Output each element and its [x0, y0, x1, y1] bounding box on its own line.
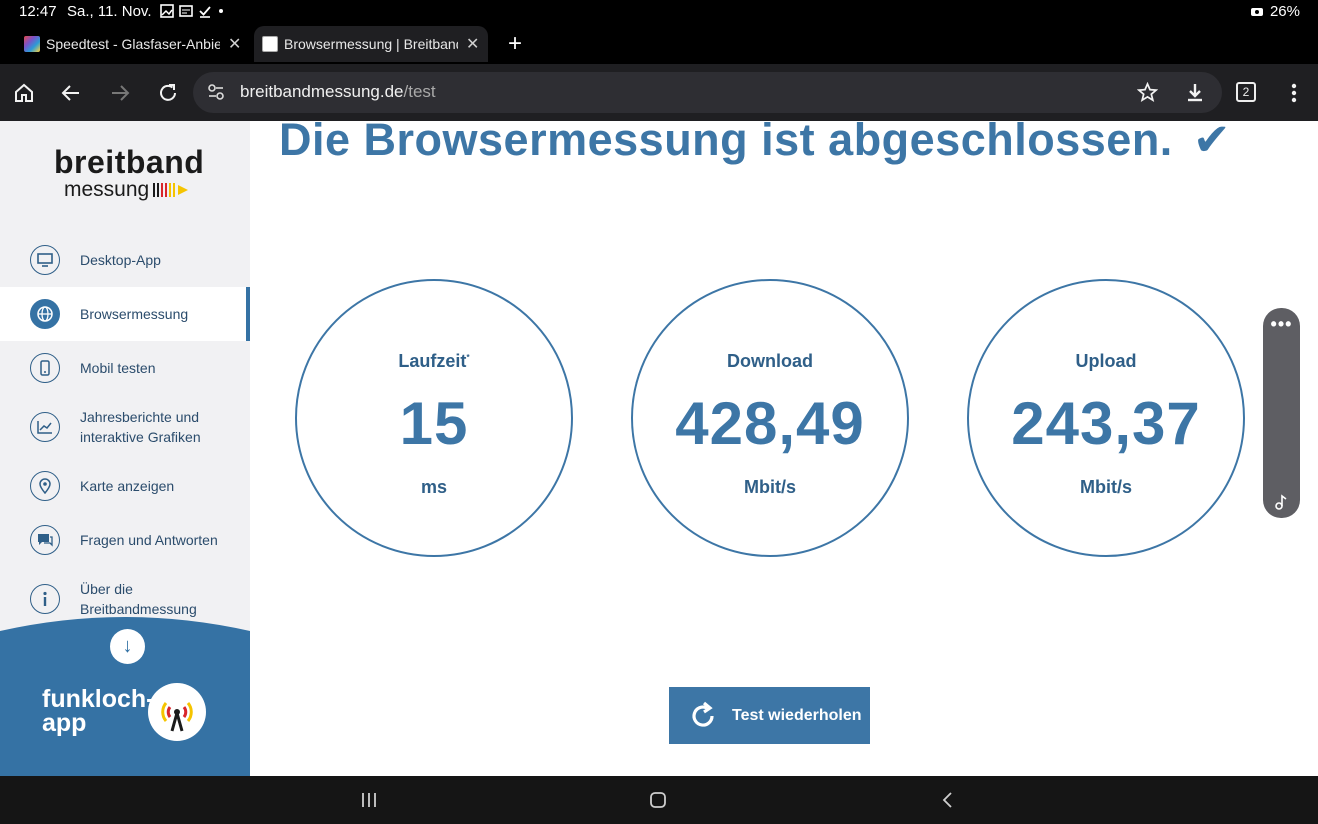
checkmark-icon: ✔ — [1192, 121, 1232, 165]
sidebar-item-label: Mobil testen — [80, 360, 156, 376]
globe-icon — [30, 299, 60, 329]
sidebar-item-faq[interactable]: Fragen und Antworten — [0, 513, 250, 567]
back-nav-icon[interactable] — [936, 788, 960, 812]
logo-line2: messung — [64, 178, 150, 201]
bookmark-star-icon[interactable] — [1137, 82, 1158, 103]
refresh-icon — [692, 701, 714, 727]
url-text: breitbandmessung.de/test — [240, 82, 436, 102]
result-unit: ms — [420, 477, 447, 497]
sidebar-item-karte[interactable]: Karte anzeigen — [0, 459, 250, 513]
tab-switcher-button[interactable]: 2 — [1236, 82, 1256, 102]
dot-icon — [219, 9, 223, 13]
close-tab-icon[interactable]: ✕ — [228, 34, 241, 54]
tab-browsermessung[interactable]: Browsermessung | Breitbandmessung ✕ — [254, 26, 488, 62]
funkloch-line1: funkloch- — [42, 685, 155, 713]
home-nav-icon[interactable] — [646, 788, 670, 812]
status-time: 12:47 — [19, 3, 57, 20]
music-note-icon — [1275, 494, 1287, 510]
tab-strip: Speedtest - Glasfaser-Anbieter ✕ Browser… — [0, 24, 1318, 64]
back-icon[interactable] — [58, 80, 84, 106]
funkloch-line2: app — [42, 709, 87, 737]
breitband-favicon — [262, 36, 278, 52]
url-path: /test — [403, 82, 436, 101]
web-page: breitband messung Desktop-App Browsermes… — [0, 121, 1318, 776]
scroll-down-icon[interactable]: ↓ — [110, 629, 145, 664]
url-domain: breitbandmessung.de — [240, 82, 404, 101]
more-dots-icon[interactable]: ••• — [1263, 314, 1300, 335]
funkloch-title: funkloch- app — [42, 685, 155, 737]
result-unit: Mbit/s — [744, 477, 796, 497]
result-label: Upload — [1075, 351, 1137, 371]
menu-icon[interactable] — [1281, 80, 1307, 106]
battery-level: 26% — [1269, 3, 1300, 20]
footnote-marker: * — [466, 353, 470, 362]
logo-bars-icon — [153, 183, 189, 197]
sidebar-item-jahresberichte[interactable]: Jahresberichte und interaktive Grafiken — [0, 395, 250, 459]
result-value: 243,37 — [1011, 390, 1201, 457]
recent-apps-icon[interactable] — [357, 788, 381, 812]
repeat-test-label: Test wiederholen — [732, 706, 862, 724]
battery-indicator: 26% — [1250, 3, 1300, 20]
monitor-icon — [30, 245, 60, 275]
result-label: Laufzeit* — [297, 351, 571, 372]
chat-icon — [30, 525, 60, 555]
download-done-icon — [199, 6, 211, 18]
notification-icons — [160, 4, 225, 18]
tab-title: Browsermessung | Breitbandmessung — [284, 36, 458, 52]
status-bar: 12:47 Sa., 11. Nov. 26% — [0, 0, 1318, 24]
result-value: 15 — [399, 390, 469, 457]
close-tab-icon[interactable]: ✕ — [466, 34, 479, 54]
sidebar-item-label: Fragen und Antworten — [80, 532, 218, 548]
repeat-test-button[interactable]: Test wiederholen — [669, 687, 870, 744]
breitbandmessung-logo[interactable]: breitband messung — [54, 145, 204, 201]
logo-line1: breitband — [54, 144, 205, 180]
result-upload: Upload 243,37 Mbit/s — [967, 279, 1245, 557]
page-title: Die Browsermessung ist abgeschlossen. ✔ — [279, 121, 1231, 166]
result-label-text: Laufzeit — [398, 351, 467, 371]
funkloch-app-banner[interactable]: ↓ funkloch- app — [0, 617, 250, 776]
result-download: Download 428,49 Mbit/s — [631, 279, 909, 557]
reload-icon[interactable] — [155, 80, 181, 106]
page-title-text: Die Browsermessung ist abgeschlossen. — [279, 121, 1173, 165]
sidebar-item-desktop-app[interactable]: Desktop-App — [0, 233, 250, 287]
forward-icon[interactable] — [107, 80, 133, 106]
phone-icon — [30, 353, 60, 383]
result-unit: Mbit/s — [1080, 477, 1132, 497]
sidebar-item-label: Karte anzeigen — [80, 478, 175, 494]
result-value: 428,49 — [675, 390, 865, 457]
sidebar-item-label: Über die Breitbandmessung — [80, 581, 197, 617]
sidebar-item-mobil-testen[interactable]: Mobil testen — [0, 341, 250, 395]
chart-icon — [30, 412, 60, 442]
sidebar-item-browsermessung[interactable]: Browsermessung — [0, 287, 250, 341]
sidebar-item-label: Browsermessung — [80, 306, 189, 322]
result-latency: Laufzeit* 15 ms — [295, 279, 573, 557]
data-saver-icon — [1250, 7, 1263, 16]
info-icon — [30, 584, 60, 614]
browser-toolbar: breitbandmessung.de/test 2 — [0, 64, 1318, 121]
home-icon[interactable] — [11, 80, 37, 106]
address-bar[interactable]: breitbandmessung.de/test — [193, 72, 1222, 113]
site-settings-icon[interactable] — [207, 83, 225, 101]
new-tab-icon[interactable]: + — [508, 30, 522, 58]
sidebar-item-label: Desktop-App — [80, 252, 161, 268]
sidebar: breitband messung Desktop-App Browsermes… — [0, 121, 250, 776]
sidebar-item-label: Jahresberichte und interaktive Grafiken — [80, 409, 201, 445]
edge-panel-handle[interactable]: ••• — [1263, 308, 1300, 518]
tab-title: Speedtest - Glasfaser-Anbieter — [46, 36, 220, 52]
news-icon — [179, 5, 193, 17]
result-label: Download — [727, 351, 813, 371]
map-pin-icon — [30, 471, 60, 501]
antenna-icon — [148, 683, 206, 741]
download-icon[interactable] — [1185, 82, 1205, 103]
tab-speedtest[interactable]: Speedtest - Glasfaser-Anbieter ✕ — [24, 26, 246, 62]
speedtest-favicon — [24, 36, 40, 52]
status-date: Sa., 11. Nov. — [67, 3, 152, 20]
system-nav-bar — [0, 776, 1318, 824]
gallery-icon — [160, 4, 174, 18]
